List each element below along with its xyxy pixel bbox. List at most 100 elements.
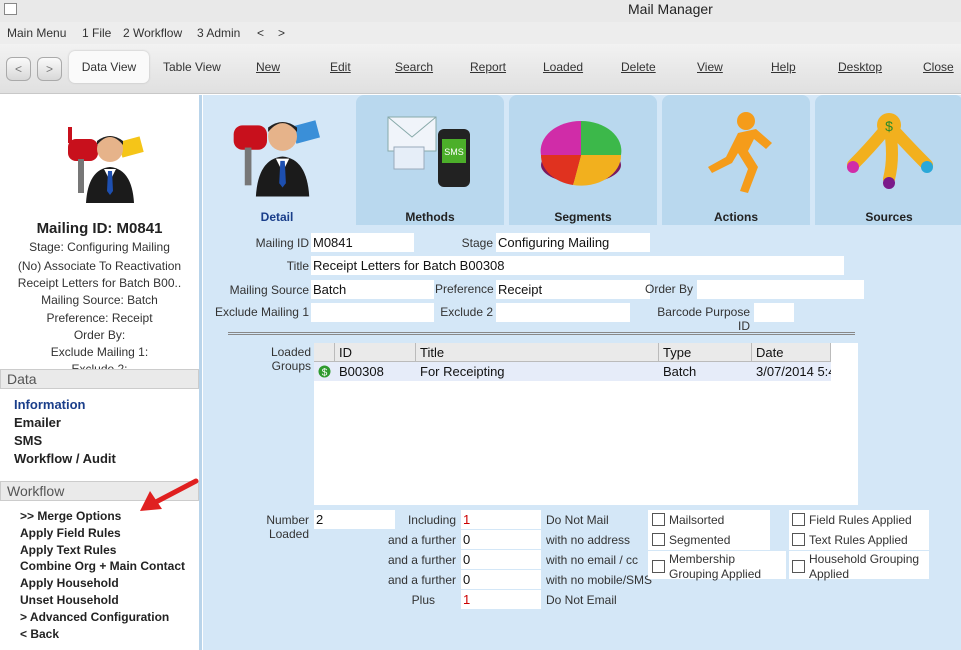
number-loaded-label: Number Loaded (266, 513, 309, 541)
exclude-mailing-1-field[interactable] (311, 303, 434, 322)
tab-detail[interactable]: Detail (203, 95, 351, 225)
workflow-unset-household[interactable]: Unset Household (20, 593, 119, 607)
loaded-groups-table[interactable]: ID Title Type Date $ B00308 For Receipti… (314, 343, 858, 505)
tab-methods[interactable]: SMS Methods (356, 95, 504, 225)
no-mobile-label: with no mobile/SMS (546, 573, 653, 587)
tab-methods-label: Methods (405, 210, 455, 224)
mailsorted-checkbox[interactable] (652, 513, 665, 526)
data-section-header: Data (0, 369, 199, 389)
menu-file[interactable]: 1 File (82, 26, 111, 40)
mailbox-person-icon (68, 127, 144, 203)
household-grouping-checkbox[interactable] (792, 560, 805, 573)
row-id: B00308 (339, 364, 384, 379)
menu-forward[interactable]: > (278, 26, 285, 40)
sidebar-item-sms[interactable]: SMS (14, 433, 42, 448)
report-button[interactable]: Report (470, 60, 506, 74)
segmented-checkbox[interactable] (652, 533, 665, 546)
do-not-mail-count[interactable]: 1 (461, 510, 541, 529)
tab-detail-label: Detail (260, 210, 294, 224)
sidebar-item-workflow-audit[interactable]: Workflow / Audit (14, 451, 116, 466)
menu-bar: Main Menu 1 File 2 Workflow 3 Admin < > (0, 22, 961, 44)
detail-order-by: Order By: (73, 328, 126, 342)
plus-label: Plus (411, 593, 435, 607)
search-button[interactable]: Search (395, 60, 433, 74)
forward-button[interactable]: > (37, 57, 62, 81)
preference-field[interactable]: Receipt (496, 280, 650, 299)
row-date: 3/07/2014 5:4 (756, 364, 831, 379)
new-button[interactable]: New (256, 60, 280, 74)
desktop-button[interactable]: Desktop (838, 60, 882, 74)
title-field[interactable]: Receipt Letters for Batch B00308 (311, 256, 844, 275)
workflow-apply-field-rules[interactable]: Apply Field Rules (20, 526, 121, 540)
no-address-label: with no address (546, 533, 631, 547)
workflow-back[interactable]: < Back (20, 627, 59, 641)
mailing-source-field[interactable]: Batch (311, 280, 434, 299)
no-email-label: with no email / cc (546, 553, 639, 567)
back-button[interactable]: < (6, 57, 31, 81)
table-header-title[interactable]: Title (416, 343, 659, 362)
title-bar: Mail Manager (0, 0, 961, 22)
mailing-source-label: Mailing Source (229, 283, 309, 297)
order-by-field[interactable] (697, 280, 864, 299)
field-rules-checkbox[interactable] (792, 513, 805, 526)
detail-stage: Stage: Configuring Mailing (29, 240, 170, 254)
no-address-count[interactable]: 0 (461, 530, 541, 549)
menu-workflow[interactable]: 2 Workflow (123, 26, 182, 40)
close-button[interactable]: Close (923, 60, 954, 74)
detail-exclude-2: Exclude 2: (71, 362, 128, 369)
membership-grouping-checkbox[interactable] (652, 560, 665, 573)
tab-actions[interactable]: Actions (662, 95, 810, 225)
detail-title: Receipt Letters for Batch B00.. (17, 276, 182, 290)
workflow-combine-org[interactable]: Combine Org + Main Contact (20, 559, 185, 573)
workflow-apply-text-rules[interactable]: Apply Text Rules (20, 543, 116, 557)
table-header-status (314, 343, 335, 362)
table-view-button[interactable]: Table View (163, 60, 221, 74)
table-header-type[interactable]: Type (659, 343, 752, 362)
do-not-email-count[interactable]: 1 (461, 590, 541, 609)
no-mobile-count[interactable]: 0 (461, 570, 541, 589)
help-button[interactable]: Help (771, 60, 796, 74)
menu-admin[interactable]: 3 Admin (197, 26, 240, 40)
data-view-button[interactable]: Data View (69, 51, 149, 83)
exclude-2-field[interactable] (496, 303, 630, 322)
tab-sources[interactable]: $ Sources (815, 95, 961, 225)
section-divider (228, 332, 855, 335)
view-button[interactable]: View (697, 60, 723, 74)
tab-segments[interactable]: Segments (509, 95, 657, 225)
email-sms-icon: SMS (387, 116, 470, 187)
workflow-merge-options[interactable]: >> Merge Options (20, 509, 121, 523)
exclude-2-label: Exclude 2 (440, 305, 493, 319)
mailing-id-heading: Mailing ID: M0841 (36, 220, 163, 237)
text-rules-checkbox[interactable] (792, 533, 805, 546)
detail-associate: (No) Associate To Reactivation (17, 259, 182, 273)
workflow-apply-household[interactable]: Apply Household (20, 576, 119, 590)
table-header-date[interactable]: Date (752, 343, 831, 362)
mailing-id-label: Mailing ID (255, 236, 309, 250)
stage-field[interactable]: Configuring Mailing (496, 233, 650, 252)
menu-back[interactable]: < (257, 26, 264, 40)
no-email-count[interactable]: 0 (461, 550, 541, 569)
money-bag-icon: $ (847, 113, 933, 189)
menu-main[interactable]: Main Menu (7, 26, 66, 40)
sidebar-item-emailer[interactable]: Emailer (14, 415, 61, 430)
table-row[interactable]: $ B00308 For Receipting Batch 3/07/2014 … (314, 362, 831, 381)
mailbox-person-icon (233, 120, 320, 197)
workflow-advanced-configuration[interactable]: > Advanced Configuration (20, 610, 169, 624)
app-icon (4, 3, 17, 15)
stage-label: Stage (461, 236, 493, 250)
sidebar-item-information[interactable]: Information (14, 397, 86, 412)
mailing-id-field[interactable]: M0841 (311, 233, 414, 252)
toolbar: < > Data View Table View New Edit Search… (0, 44, 961, 94)
tab-actions-label: Actions (713, 210, 758, 224)
tab-sources-label: Sources (865, 210, 913, 224)
barcode-purpose-field[interactable] (754, 303, 794, 322)
preference-label: Preference (435, 282, 494, 296)
delete-button[interactable]: Delete (621, 60, 656, 74)
svg-text:SMS: SMS (444, 147, 464, 157)
edit-button[interactable]: Edit (330, 60, 351, 74)
table-header-id[interactable]: ID (335, 343, 416, 362)
loaded-button[interactable]: Loaded (543, 60, 583, 74)
mailsorted-label: Mailsorted (669, 513, 725, 527)
title-label: Title (286, 259, 309, 273)
svg-text:$: $ (885, 118, 893, 134)
